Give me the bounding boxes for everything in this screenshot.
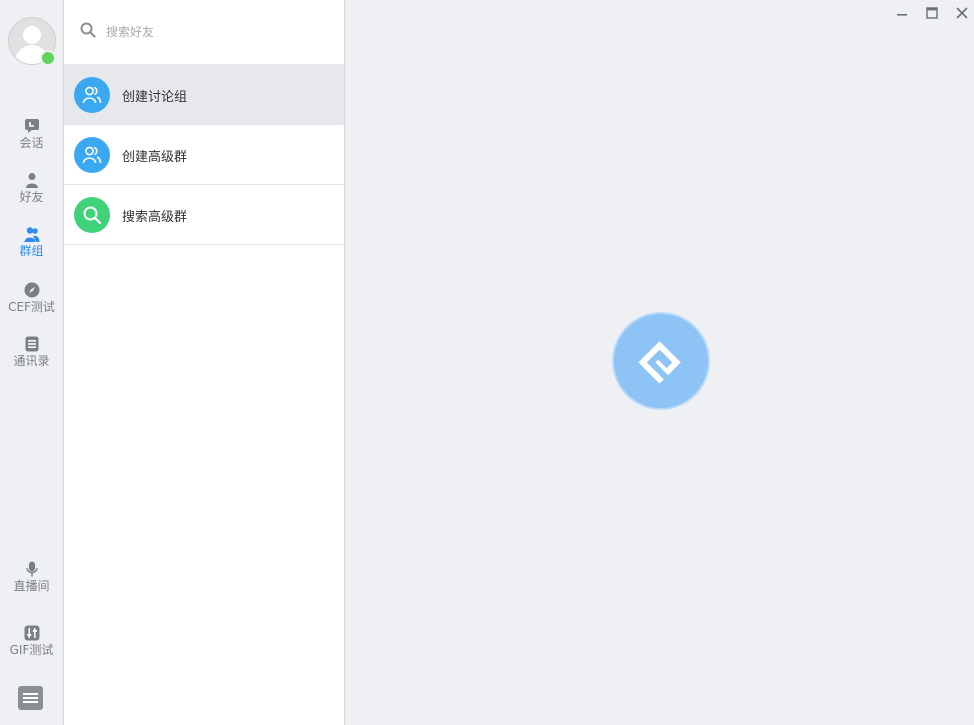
search-icon [83, 206, 102, 225]
main-pane [345, 0, 974, 725]
online-status-dot [40, 50, 56, 66]
app-logo-icon [638, 341, 681, 384]
list-item-create-advanced-group[interactable]: 创建高级群 [64, 125, 344, 185]
left-nav: 会话 好友 群组 CEF测试 通讯录 直播间 GIF测试 [0, 0, 64, 725]
user-icon [25, 173, 38, 188]
item-icon-circle [74, 137, 110, 173]
search-bar [64, 0, 344, 65]
menu-bar [23, 701, 38, 703]
microphone-icon [25, 561, 38, 577]
group-icon [82, 86, 102, 104]
search-icon [80, 22, 96, 38]
menu-bar [23, 697, 38, 699]
list-item-search-advanced-group[interactable]: 搜索高级群 [64, 185, 344, 245]
chat-icon [24, 119, 39, 133]
nav-item-live-room[interactable]: 直播间 [0, 561, 63, 607]
maximize-icon[interactable] [925, 6, 939, 20]
app-logo [612, 312, 710, 410]
menu-bar [23, 693, 38, 695]
nav-item-groups[interactable]: 群组 [0, 226, 63, 272]
minimize-icon[interactable] [895, 6, 909, 20]
nav-item-cef-test[interactable]: CEF测试 [0, 282, 63, 328]
group-panel: 创建讨论组 创建高级群 搜索高级群 [64, 0, 345, 725]
nav-label: 会话 [19, 136, 44, 150]
nav-label: 通讯录 [13, 354, 50, 368]
group-icon [82, 146, 102, 164]
item-icon-circle [74, 197, 110, 233]
nav-item-chats[interactable]: 会话 [0, 118, 63, 164]
group-icon [24, 227, 39, 242]
sliders-icon [24, 625, 39, 641]
nav-label: 好友 [19, 190, 44, 204]
nav-label: GIF测试 [9, 643, 54, 657]
close-icon[interactable] [955, 6, 969, 20]
list-item-label: 搜索高级群 [122, 210, 188, 225]
item-icon-circle [74, 77, 110, 113]
nav-label: 群组 [19, 244, 44, 258]
nav-item-contacts[interactable]: 通讯录 [0, 336, 63, 382]
list-item-label: 创建讨论组 [122, 90, 188, 105]
search-input[interactable] [104, 20, 328, 44]
compass-icon [24, 282, 39, 298]
avatar-head [23, 26, 41, 44]
nav-label: CEF测试 [8, 300, 55, 314]
contacts-icon [25, 336, 38, 352]
nav-item-gif-test[interactable]: GIF测试 [0, 625, 63, 671]
nav-item-friends[interactable]: 好友 [0, 172, 63, 218]
main-menu-button[interactable] [18, 686, 43, 710]
list-item-create-discussion[interactable]: 创建讨论组 [64, 65, 344, 125]
list-item-label: 创建高级群 [122, 150, 188, 165]
nav-label: 直播间 [13, 579, 50, 593]
